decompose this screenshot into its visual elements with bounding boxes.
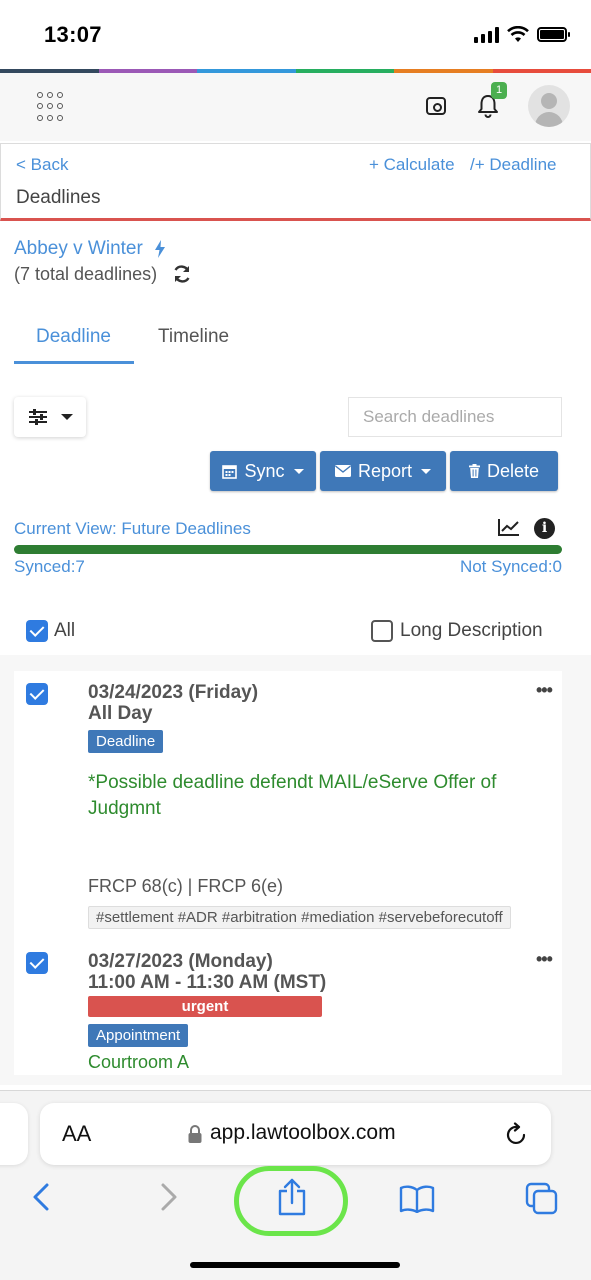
sync-progress-fill (14, 545, 562, 554)
sync-label: Sync (244, 460, 285, 481)
item-checkbox[interactable] (26, 683, 48, 705)
reload-icon[interactable] (506, 1122, 528, 1146)
total-deadlines-count: (7 total deadlines) (14, 264, 158, 284)
battery-icon (537, 27, 570, 42)
more-options-icon[interactable]: ••• (536, 950, 553, 968)
delete-button[interactable]: Delete (450, 451, 558, 491)
info-icon[interactable]: i (534, 518, 555, 539)
item-checkbox[interactable] (26, 952, 48, 974)
item-time: All Day (88, 703, 153, 724)
item-time: 11:00 AM - 11:30 AM (MST) (88, 972, 327, 993)
wallet-icon[interactable] (426, 97, 446, 115)
app-header: 1 (0, 73, 591, 141)
filter-dropdown-button[interactable] (14, 397, 86, 437)
trash-icon (468, 464, 480, 478)
add-deadline-link[interactable]: /+ Deadline (470, 155, 556, 175)
more-options-icon[interactable]: ••• (536, 681, 553, 699)
item-rules[interactable]: FRCP 68(c) | FRCP 6(e) (88, 876, 283, 897)
delete-label: Delete (486, 460, 540, 481)
item-date: 03/24/2023 (Friday) (88, 682, 259, 703)
chevron-down-icon (293, 468, 304, 474)
current-view-link[interactable]: Current View: Future Deadlines (14, 519, 251, 539)
active-tab-indicator (14, 361, 134, 364)
case-name-link[interactable]: Abbey v Winter (14, 238, 143, 260)
tab-timeline[interactable]: Timeline (158, 326, 229, 348)
back-arrow-icon[interactable] (32, 1182, 50, 1212)
signal-icon (474, 26, 499, 43)
share-button-highlight (234, 1166, 348, 1236)
wifi-icon (507, 26, 529, 42)
report-button[interactable]: Report (320, 451, 446, 491)
search-input[interactable] (348, 397, 562, 437)
long-description-label: Long Description (400, 620, 543, 641)
calculate-link[interactable]: + Calculate (369, 155, 455, 175)
chevron-down-icon (421, 468, 432, 474)
bolt-icon[interactable] (154, 240, 166, 258)
appointment-badge: Appointment (88, 1024, 189, 1047)
not-synced-count[interactable]: Not Synced:0 (460, 557, 562, 577)
line-chart-icon[interactable] (498, 518, 520, 536)
sync-button[interactable]: Sync (210, 451, 316, 491)
item-tags: #settlement #ADR #arbitration #mediation… (88, 906, 511, 929)
address-bar[interactable]: AA app.lawtoolbox.com (40, 1103, 551, 1165)
status-icons (474, 26, 570, 43)
url-text[interactable]: app.lawtoolbox.com (210, 1121, 396, 1145)
home-indicator (190, 1262, 400, 1268)
notification-badge: 1 (491, 82, 507, 99)
sliders-icon (29, 409, 47, 425)
status-time: 13:07 (44, 22, 102, 47)
report-label: Report (357, 460, 413, 481)
avatar[interactable] (528, 85, 570, 127)
page-title: Deadlines (16, 187, 101, 208)
calendar-icon (222, 464, 238, 479)
tab-deadline[interactable]: Deadline (36, 326, 111, 348)
previous-tab-preview[interactable] (0, 1103, 28, 1165)
bookmarks-icon[interactable] (399, 1185, 435, 1213)
sync-progress-bar (14, 545, 562, 554)
app-grid-icon[interactable] (37, 92, 67, 122)
item-date: 03/27/2023 (Monday) (88, 951, 273, 972)
synced-count[interactable]: Synced:7 (14, 557, 85, 577)
status-bar: 13:07 (0, 0, 591, 68)
forward-arrow-icon[interactable] (160, 1182, 178, 1212)
deadline-list: 03/24/2023 (Friday) All Day ••• Deadline… (14, 671, 562, 1075)
long-description-checkbox[interactable] (371, 620, 393, 642)
envelope-icon (334, 465, 351, 477)
text-size-button[interactable]: AA (62, 1121, 91, 1147)
deadline-badge: Deadline (88, 730, 164, 753)
back-link[interactable]: < Back (16, 155, 68, 175)
item-description[interactable]: *Possible deadline defendt MAIL/eServe O… (88, 770, 558, 822)
breadcrumb: < Back + Calculate /+ Deadline Deadlines (0, 143, 591, 221)
refresh-icon[interactable] (172, 264, 192, 284)
select-all-checkbox[interactable] (26, 620, 48, 642)
tabs-icon[interactable] (525, 1182, 559, 1216)
lock-icon (188, 1125, 202, 1143)
chevron-down-icon (61, 414, 73, 420)
select-all-label: All (54, 620, 76, 641)
item-location: Courtroom A (88, 1052, 190, 1072)
urgent-badge: urgent (88, 996, 322, 1017)
